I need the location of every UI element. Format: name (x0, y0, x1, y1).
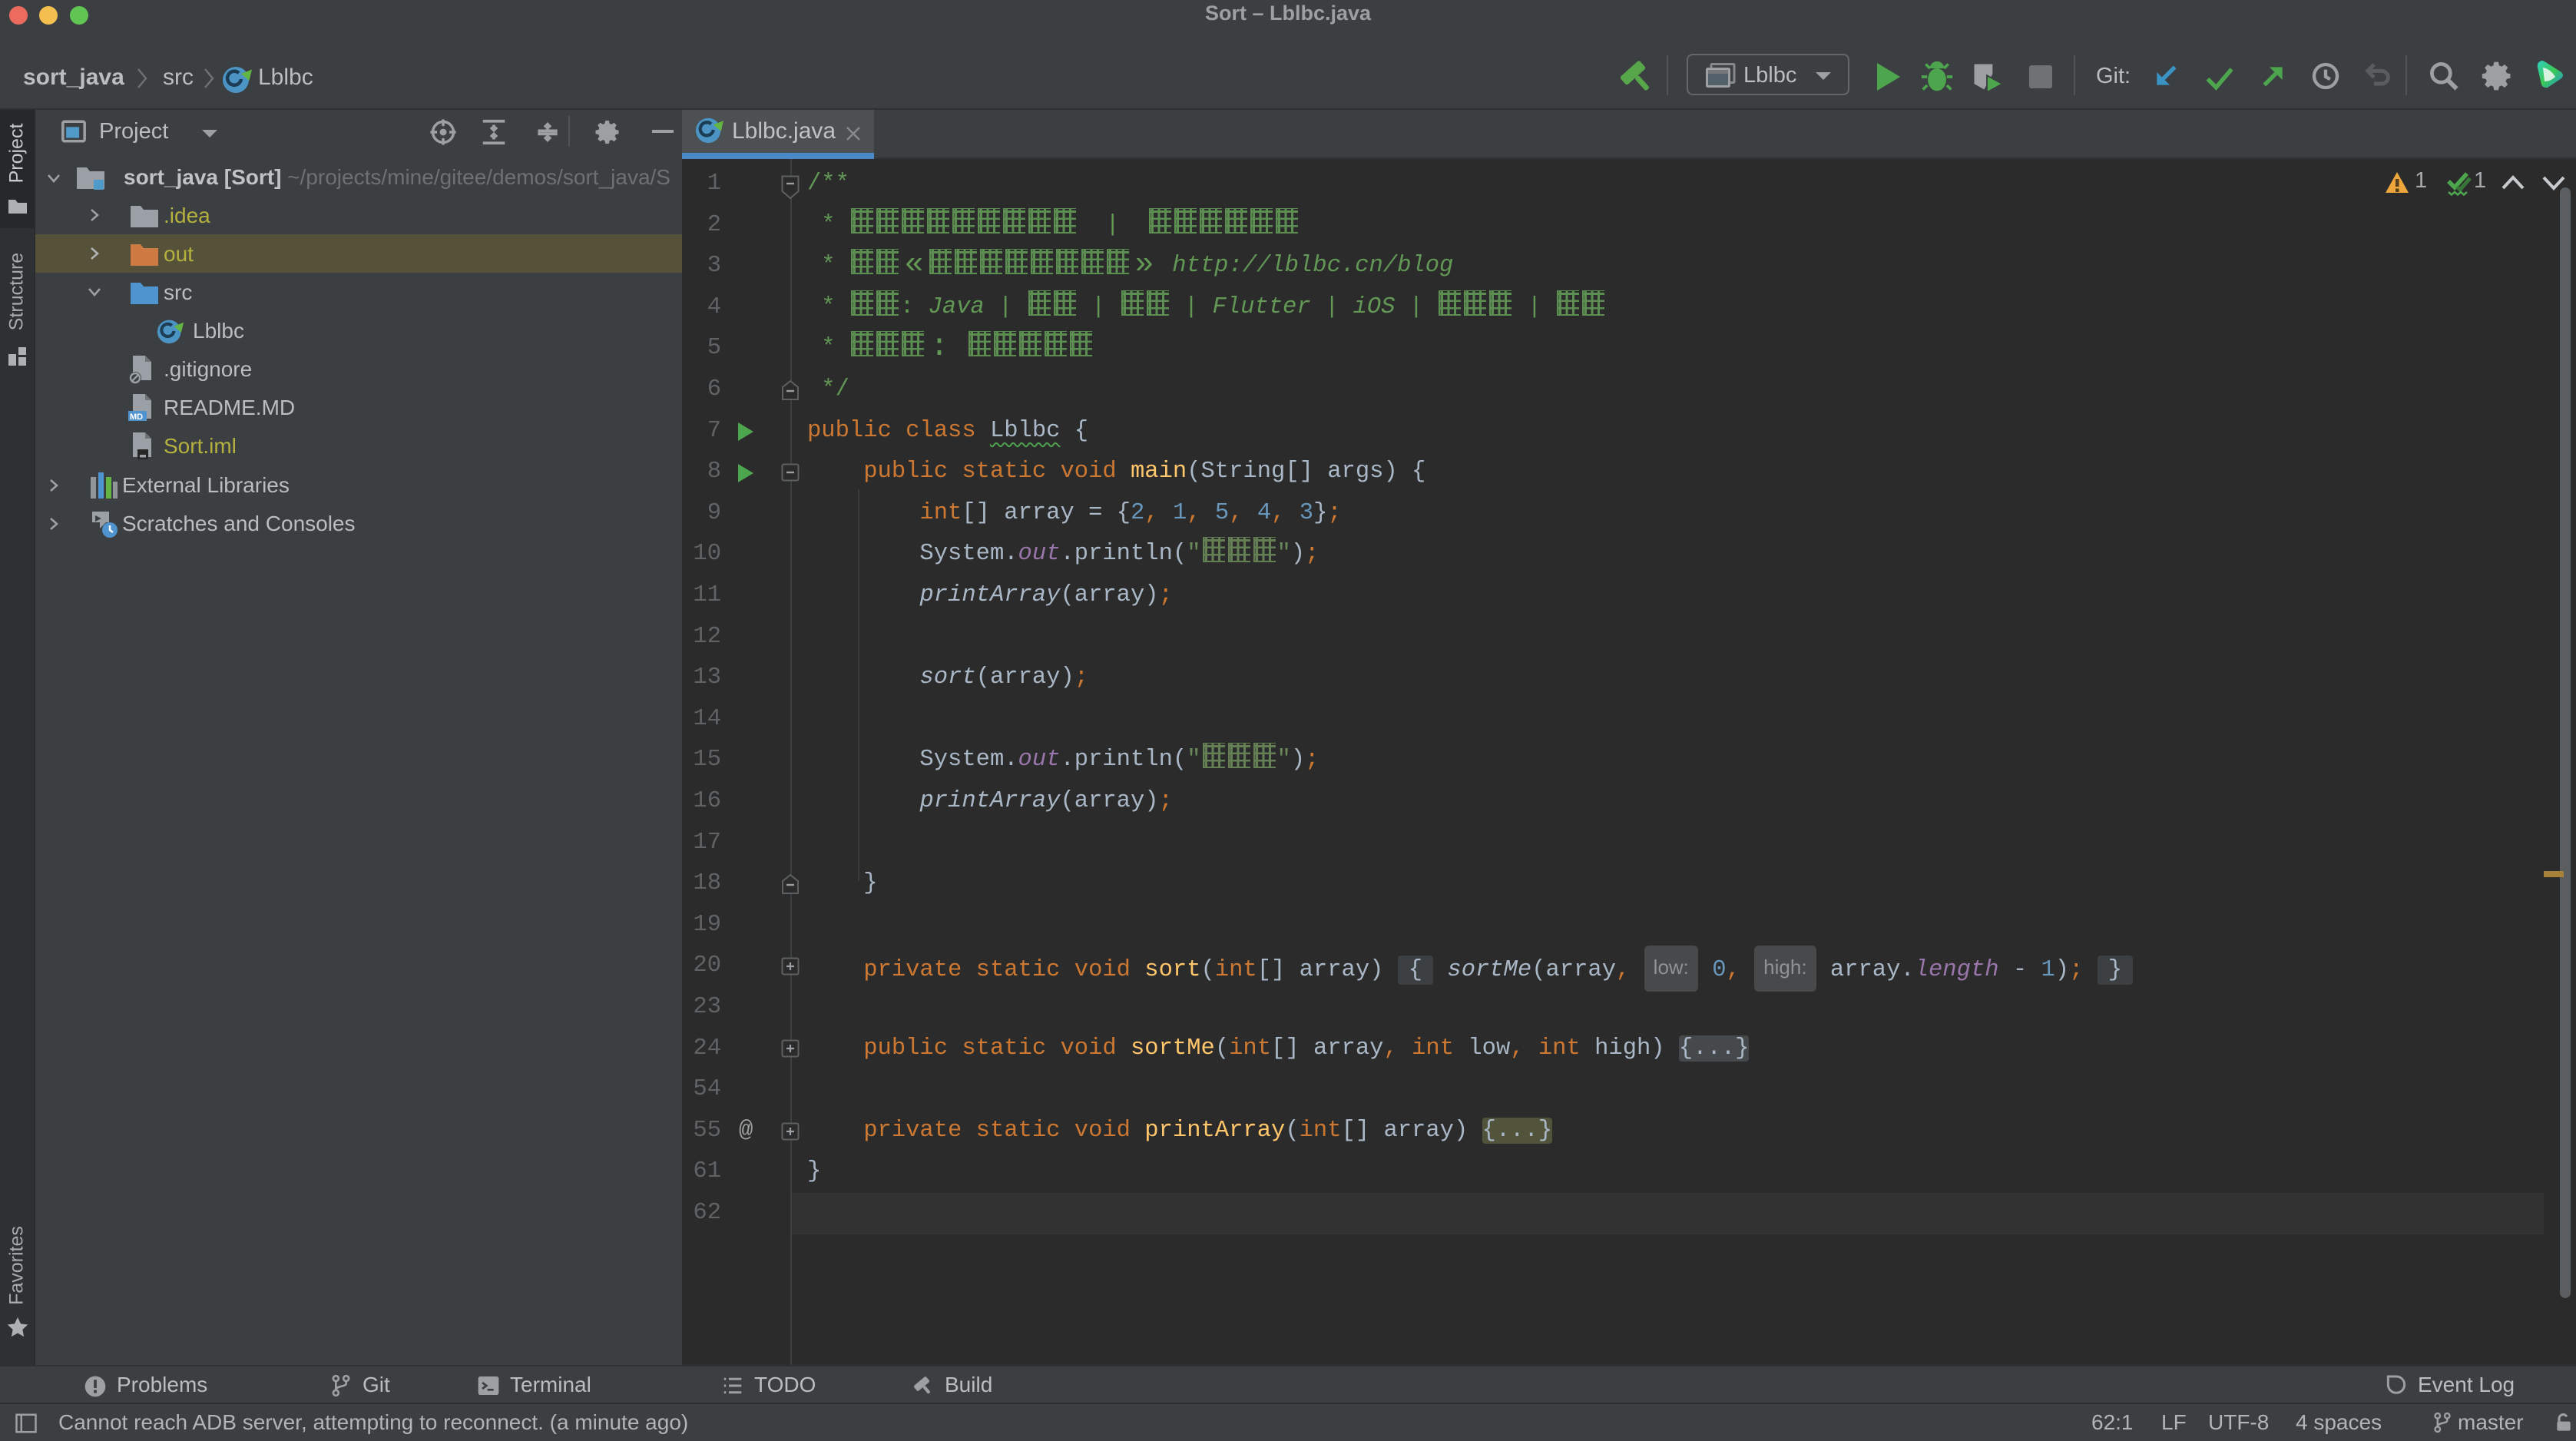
svg-text:MD: MD (130, 412, 143, 422)
